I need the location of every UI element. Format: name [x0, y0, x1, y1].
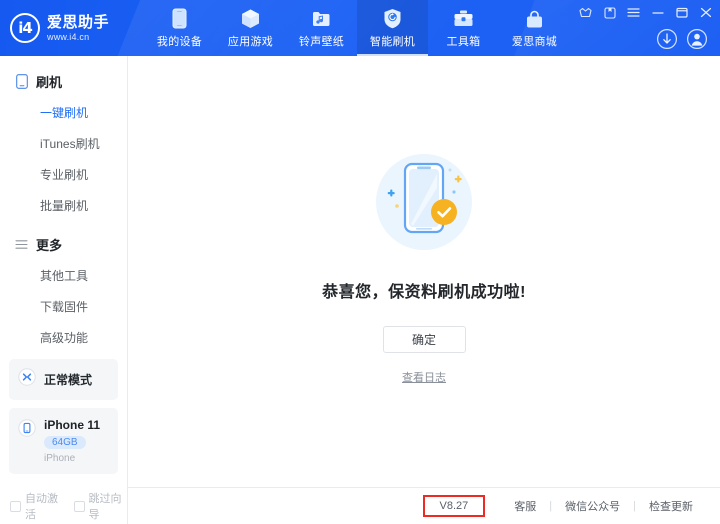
mode-label: 正常模式	[44, 371, 92, 388]
device-phone-icon	[18, 419, 36, 442]
logo-subtitle: www.i4.cn	[47, 33, 109, 42]
main-nav: 我的设备 应用游戏 铃声壁纸 智能刷机	[144, 0, 570, 56]
i4-assistant-window: i4 爱思助手 www.i4.cn 我的设备 应用游戏	[0, 0, 720, 524]
footer-link-support[interactable]: 客服	[501, 498, 549, 514]
logo-text: 爱思助手 www.i4.cn	[47, 15, 109, 42]
sidebar-group-flash[interactable]: 刷机	[0, 66, 127, 97]
nav-label: 我的设备	[157, 33, 202, 49]
app-body: 刷机 一键刷机 iTunes刷机 专业刷机 批量刷机 更多 其他工具 下载固件 …	[0, 56, 720, 524]
close-icon[interactable]	[699, 6, 712, 19]
app-logo[interactable]: i4 爱思助手 www.i4.cn	[0, 0, 126, 56]
sidebar-group-label: 更多	[36, 235, 62, 254]
app-footer: V8.27 客服 | 微信公众号 | 检查更新	[128, 487, 720, 524]
nav-item-my-device[interactable]: 我的设备	[144, 0, 215, 56]
mode-card[interactable]: 正常模式	[9, 359, 118, 400]
footer-link-check-update[interactable]: 检查更新	[636, 498, 706, 514]
user-account-icon[interactable]	[686, 28, 708, 50]
nav-item-store[interactable]: 爱思商城	[499, 0, 570, 56]
sidebar-item-one-key-flash[interactable]: 一键刷机	[0, 97, 127, 128]
minimize-icon[interactable]	[651, 6, 664, 19]
badge-icon[interactable]	[603, 6, 616, 19]
sidebar-item-advanced[interactable]: 高级功能	[0, 322, 127, 353]
list-icon	[14, 237, 29, 252]
device-name: iPhone 11	[44, 418, 100, 432]
toolbox-icon	[453, 8, 474, 30]
window-controls	[579, 6, 712, 19]
shield-refresh-icon	[383, 8, 402, 30]
sidebar-item-batch-flash[interactable]: 批量刷机	[0, 190, 127, 221]
nav-label: 爱思商城	[512, 33, 557, 49]
phone-icon	[14, 74, 29, 89]
device-card[interactable]: iPhone 11 64GB iPhone	[9, 408, 118, 474]
sidebar-item-download-firmware[interactable]: 下载固件	[0, 291, 127, 322]
checkbox-box	[74, 501, 85, 512]
nav-label: 工具箱	[447, 33, 481, 49]
footer-link-wechat[interactable]: 微信公众号	[552, 498, 633, 514]
checkbox-auto-activate[interactable]: 自动激活	[10, 490, 64, 522]
logo-title: 爱思助手	[47, 15, 109, 30]
sidebar-item-itunes-flash[interactable]: iTunes刷机	[0, 128, 127, 159]
sidebar-item-pro-flash[interactable]: 专业刷机	[0, 159, 127, 190]
nav-item-toolbox[interactable]: 工具箱	[428, 0, 499, 56]
nav-label: 铃声壁纸	[299, 33, 344, 49]
mode-icon	[18, 368, 36, 391]
cube-icon	[240, 8, 261, 30]
sidebar-group-more[interactable]: 更多	[0, 229, 127, 260]
version-badge[interactable]: V8.27	[423, 495, 486, 517]
checkbox-label: 跳过向导	[89, 490, 128, 522]
menu-icon[interactable]	[627, 6, 640, 19]
header-actions	[656, 28, 708, 50]
success-panel: 恭喜您，保资料刷机成功啦! 确定 查看日志	[128, 56, 720, 487]
checkbox-label: 自动激活	[25, 490, 64, 522]
device-info: iPhone 11 64GB iPhone	[44, 418, 100, 464]
nav-item-smart-flash[interactable]: 智能刷机	[357, 0, 428, 56]
download-icon[interactable]	[656, 28, 678, 50]
shopping-bag-icon	[525, 8, 544, 30]
main-panel: 恭喜您，保资料刷机成功啦! 确定 查看日志 V8.27 客服 | 微信公众号 |…	[128, 56, 720, 524]
confirm-button[interactable]: 确定	[383, 326, 466, 353]
nav-item-apps-games[interactable]: 应用游戏	[215, 0, 286, 56]
checkbox-skip-wizard[interactable]: 跳过向导	[74, 490, 128, 522]
sidebar-group-label: 刷机	[36, 72, 62, 91]
app-header: i4 爱思助手 www.i4.cn 我的设备 应用游戏	[0, 0, 720, 56]
crown-icon[interactable]	[579, 6, 592, 19]
phone-success-illustration	[364, 144, 484, 264]
device-capacity-badge: 64GB	[44, 436, 86, 449]
i4-logo-icon: i4	[10, 13, 40, 43]
checkbox-box	[10, 501, 21, 512]
device-type: iPhone	[44, 453, 100, 464]
nav-label: 应用游戏	[228, 33, 273, 49]
nav-label: 智能刷机	[370, 33, 415, 49]
sidebar: 刷机 一键刷机 iTunes刷机 专业刷机 批量刷机 更多 其他工具 下载固件 …	[0, 56, 128, 524]
success-message: 恭喜您，保资料刷机成功啦!	[322, 278, 526, 302]
view-log-link[interactable]: 查看日志	[402, 369, 446, 385]
music-folder-icon	[312, 8, 331, 30]
phone-icon	[172, 8, 187, 30]
device-options-row: 自动激活 跳过向导	[0, 482, 127, 522]
sidebar-item-other-tools[interactable]: 其他工具	[0, 260, 127, 291]
maximize-icon[interactable]	[675, 6, 688, 19]
nav-item-ringtone-wallpaper[interactable]: 铃声壁纸	[286, 0, 357, 56]
